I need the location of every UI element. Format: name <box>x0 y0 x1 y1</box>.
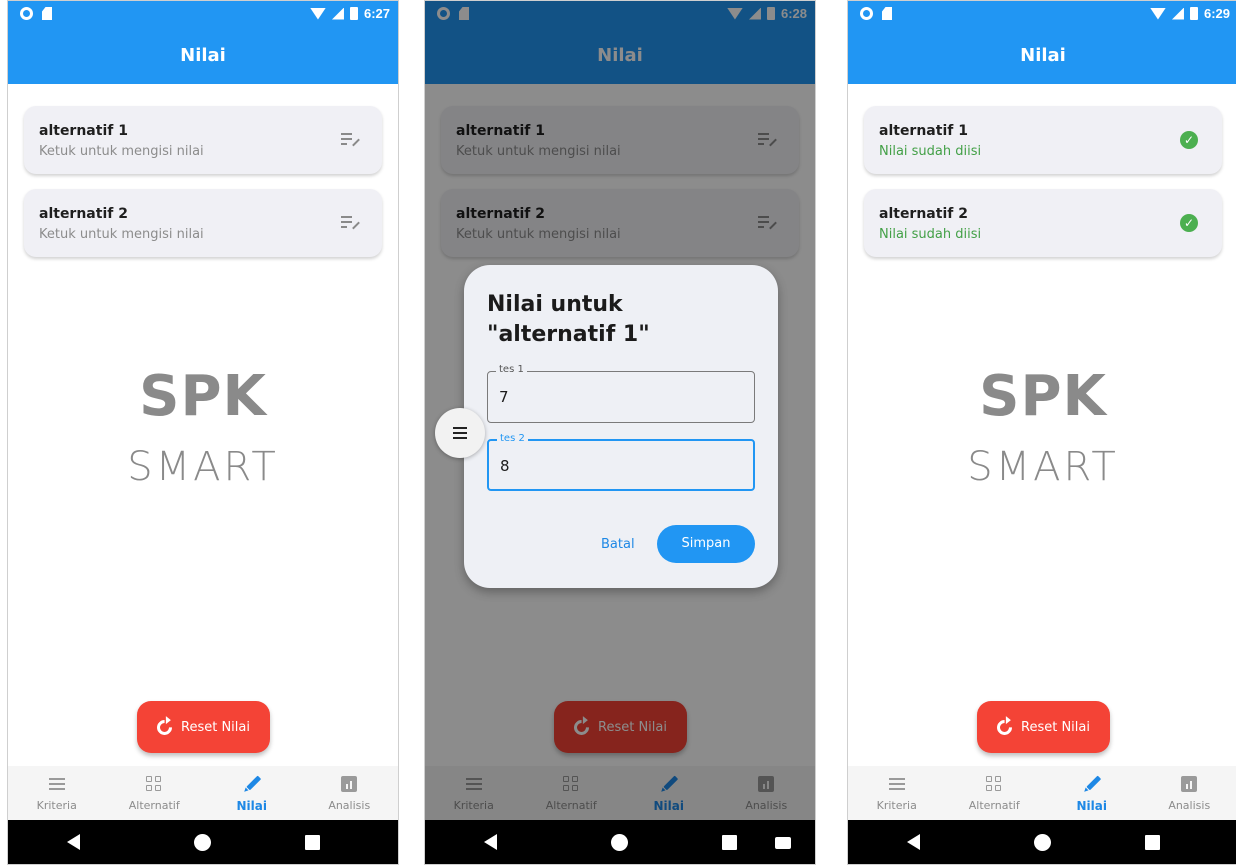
card-title: alternatif 2 <box>39 206 128 222</box>
grid-icon <box>986 776 1002 792</box>
nav-label: Alternatif <box>128 799 180 812</box>
nav-label: Alternatif <box>968 799 1020 812</box>
field-value: 7 <box>499 388 509 406</box>
system-navigation-bar <box>425 820 815 864</box>
content-area: alternatif 1 Ketuk untuk mengisi nilai a… <box>8 84 398 766</box>
nav-label: Nilai <box>1076 799 1107 813</box>
field-label: tes 1 <box>496 364 527 375</box>
phone-screen-2: 6:28 Nilai alternatif 1 Ketuk untuk meng… <box>424 0 816 865</box>
app-bar: Nilai <box>848 27 1236 84</box>
wifi-icon <box>309 7 326 20</box>
nav-label: Nilai <box>236 799 267 813</box>
app-bar: Nilai <box>8 27 398 84</box>
chart-icon <box>341 776 358 792</box>
card-subtitle: Ketuk untuk mengisi nilai <box>39 227 204 242</box>
logo-spk: SPK <box>979 364 1107 429</box>
nav-kriteria[interactable]: Kriteria <box>8 766 106 820</box>
sd-card-icon <box>42 7 52 20</box>
reset-values-button[interactable]: Reset Nilai <box>137 701 270 753</box>
home-icon[interactable] <box>194 834 211 851</box>
field-value: 8 <box>500 457 510 475</box>
list-icon <box>48 776 65 792</box>
alternative-card-1[interactable]: alternatif 1 Ketuk untuk mengisi nilai <box>24 106 382 174</box>
nav-label: Kriteria <box>36 799 77 812</box>
content-area: alternatif 1 Nilai sudah diisi ✓ alterna… <box>848 84 1236 766</box>
recent-apps-icon[interactable] <box>1145 835 1160 850</box>
nav-label: Analisis <box>328 799 371 812</box>
alternative-card-2[interactable]: alternatif 2 Nilai sudah diisi ✓ <box>864 189 1222 257</box>
tes-1-field[interactable]: tes 1 7 <box>487 364 755 423</box>
field-label: tes 2 <box>497 433 528 444</box>
status-bar: 6:29 <box>848 1 1236 27</box>
nav-kriteria[interactable]: Kriteria <box>848 766 946 820</box>
pencil-icon <box>1080 773 1103 796</box>
reset-label: Reset Nilai <box>181 719 250 735</box>
nav-alternatif[interactable]: Alternatif <box>106 766 204 820</box>
home-icon[interactable] <box>611 834 628 851</box>
nav-label: Kriteria <box>876 799 917 812</box>
menu-icon[interactable] <box>435 408 485 458</box>
edit-note-icon <box>341 133 360 147</box>
card-subtitle: Nilai sudah diisi <box>879 144 982 159</box>
wifi-icon <box>1149 7 1166 20</box>
status-time: 6:27 <box>363 6 390 21</box>
notification-circle-icon <box>860 7 873 20</box>
card-title: alternatif 1 <box>879 123 968 139</box>
card-subtitle: Ketuk untuk mengisi nilai <box>39 144 204 159</box>
recent-apps-icon[interactable] <box>722 835 737 850</box>
nav-nilai[interactable]: Nilai <box>1043 766 1141 820</box>
card-title: alternatif 1 <box>39 123 128 139</box>
nav-analisis[interactable]: Analisis <box>1141 766 1236 820</box>
chart-icon <box>1181 776 1198 792</box>
sd-card-icon <box>882 7 892 20</box>
bottom-navigation: Kriteria Alternatif Nilai Analisis <box>848 766 1236 820</box>
alternative-card-2[interactable]: alternatif 2 Ketuk untuk mengisi nilai <box>24 189 382 257</box>
dialog-title: Nilai untuk "alternatif 1" <box>487 292 650 347</box>
cell-signal-icon <box>1171 7 1184 20</box>
nav-label: Analisis <box>1168 799 1211 812</box>
pencil-icon <box>240 773 263 796</box>
logo-smart: SMART <box>127 444 279 490</box>
card-title: alternatif 2 <box>879 206 968 222</box>
page-title: Nilai <box>1020 45 1066 66</box>
system-navigation-bar <box>8 820 398 864</box>
system-navigation-bar <box>848 820 1236 864</box>
back-icon[interactable] <box>484 834 497 850</box>
nav-nilai[interactable]: Nilai <box>203 766 301 820</box>
logo-spk: SPK <box>139 364 267 429</box>
value-input-dialog: Nilai untuk "alternatif 1" tes 1 7 tes 2… <box>464 265 778 588</box>
phone-screen-1: 6:27 Nilai alternatif 1 Ketuk untuk meng… <box>7 0 399 865</box>
edit-note-icon <box>341 216 360 230</box>
logo-smart: SMART <box>967 444 1119 490</box>
home-icon[interactable] <box>1034 834 1051 851</box>
nav-analisis[interactable]: Analisis <box>301 766 399 820</box>
list-icon <box>888 776 905 792</box>
keyboard-icon[interactable] <box>775 837 791 849</box>
nav-alternatif[interactable]: Alternatif <box>946 766 1044 820</box>
grid-icon <box>146 776 162 792</box>
cell-signal-icon <box>331 7 344 20</box>
refresh-icon <box>153 716 176 738</box>
bottom-navigation: Kriteria Alternatif Nilai Analisis <box>8 766 398 820</box>
page-title: Nilai <box>180 45 226 66</box>
alternative-card-1[interactable]: alternatif 1 Nilai sudah diisi ✓ <box>864 106 1222 174</box>
reset-label: Reset Nilai <box>1021 719 1090 735</box>
tes-2-field[interactable]: tes 2 8 <box>487 433 755 491</box>
card-subtitle: Nilai sudah diisi <box>879 227 982 242</box>
phone-screen-3: 6:29 Nilai alternatif 1 Nilai sudah diis… <box>847 0 1236 865</box>
recent-apps-icon[interactable] <box>305 835 320 850</box>
notification-circle-icon <box>20 7 33 20</box>
battery-icon <box>1189 7 1198 20</box>
back-icon[interactable] <box>907 834 920 850</box>
refresh-icon <box>993 716 1016 738</box>
status-bar: 6:27 <box>8 1 398 27</box>
status-time: 6:29 <box>1203 6 1230 21</box>
reset-values-button[interactable]: Reset Nilai <box>977 701 1110 753</box>
check-circle-icon: ✓ <box>1180 131 1198 149</box>
battery-icon <box>349 7 358 20</box>
cancel-button[interactable]: Batal <box>601 537 635 552</box>
back-icon[interactable] <box>67 834 80 850</box>
save-button[interactable]: Simpan <box>657 525 755 563</box>
check-circle-icon: ✓ <box>1180 214 1198 232</box>
